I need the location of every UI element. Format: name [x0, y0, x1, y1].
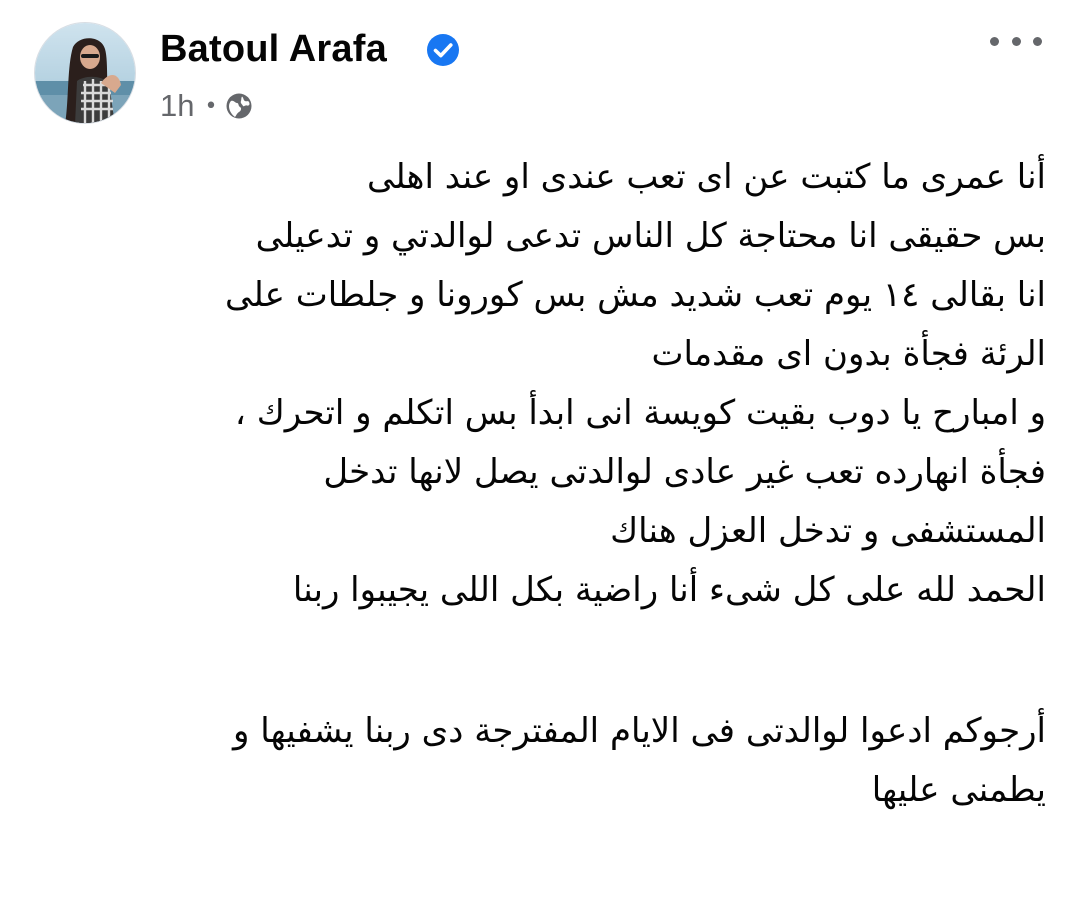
post-text-line: انا بقالى ١٤ يوم تعب شديد مش بس كورونا و… [225, 275, 1046, 315]
meta-separator: • [204, 93, 218, 119]
more-dots-icon [1033, 36, 1042, 46]
more-dots-icon [990, 36, 999, 46]
post-text-line: الحمد لله على كل شىء أنا راضية بكل اللى … [292, 570, 1046, 610]
author-name[interactable]: Batoul Arafa [160, 28, 387, 71]
post-text-line: فجأة انهارده تعب غير عادى لوالدتى يصل لا… [323, 452, 1046, 492]
profile-photo [35, 23, 135, 123]
verified-badge-icon [427, 34, 459, 66]
post-time[interactable]: 1h [160, 88, 194, 124]
facebook-post: Batoul Arafa 1h • أنا عمرى ما كتبت عن اى… [0, 0, 1080, 900]
more-dots-icon [1011, 36, 1021, 46]
post-text-line: أرجوكم ادعوا لوالدتى فى الايام المفترجة … [233, 711, 1046, 751]
post-text-line: و امبارح يا دوب بقيت كويسة انى ابدأ بس ا… [234, 393, 1046, 433]
globe-icon[interactable] [225, 92, 253, 120]
post-text-line: الرئة فجأة بدون اى مقدمات [651, 334, 1046, 374]
post-text-line: بس حقيقى انا محتاجة كل الناس تدعى لوالدت… [255, 216, 1046, 256]
post-header: Batoul Arafa 1h • [34, 22, 1046, 132]
more-options-button[interactable] [990, 26, 1042, 56]
post-meta: 1h • [160, 86, 253, 126]
post-text-blank-line [34, 620, 1046, 702]
avatar[interactable] [34, 22, 136, 124]
post-text-line: يطمنى عليها [871, 770, 1046, 810]
post-text-line: المستشفى و تدخل العزل هناك [610, 511, 1046, 551]
post-body: أنا عمرى ما كتبت عن اى تعب عندى او عند ا… [34, 148, 1046, 820]
post-text-line: أنا عمرى ما كتبت عن اى تعب عندى او عند ا… [366, 157, 1046, 197]
